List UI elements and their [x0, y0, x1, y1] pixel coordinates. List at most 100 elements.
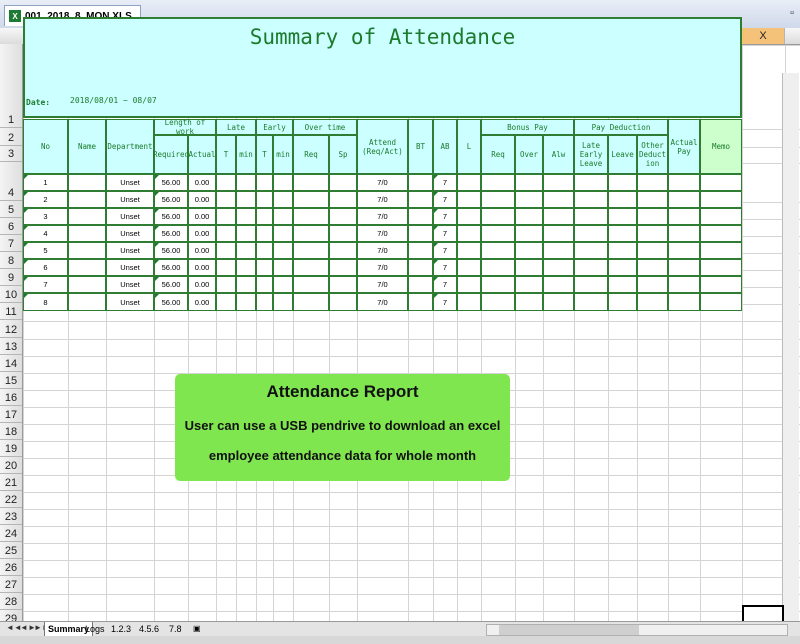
table-cell[interactable] [668, 225, 700, 242]
table-cell[interactable] [574, 259, 608, 276]
table-cell[interactable] [700, 225, 742, 242]
table-cell[interactable] [236, 293, 256, 311]
cell-attend[interactable]: 7/0 [357, 208, 408, 225]
table-cell[interactable] [574, 276, 608, 293]
sheet-tab-logs[interactable]: Logs [82, 622, 108, 636]
cell-actual[interactable]: 0.00 [188, 174, 216, 191]
table-cell[interactable] [457, 293, 481, 311]
table-cell[interactable] [637, 208, 668, 225]
table-cell[interactable] [543, 191, 574, 208]
table-cell[interactable] [273, 191, 293, 208]
table-cell[interactable] [329, 276, 357, 293]
table-cell[interactable] [329, 174, 357, 191]
table-cell[interactable] [637, 259, 668, 276]
row-header-10[interactable]: 10 [0, 286, 22, 303]
table-cell[interactable] [68, 225, 106, 242]
row-header-18[interactable]: 18 [0, 423, 22, 440]
table-cell[interactable] [216, 259, 236, 276]
cell-required[interactable]: 56.00 [154, 174, 188, 191]
table-cell[interactable] [608, 225, 637, 242]
table-cell[interactable] [293, 293, 329, 311]
table-cell[interactable] [543, 225, 574, 242]
table-cell[interactable] [668, 242, 700, 259]
table-cell[interactable] [408, 276, 433, 293]
table-cell[interactable] [637, 276, 668, 293]
row-header-13[interactable]: 13 [0, 338, 22, 355]
table-cell[interactable] [608, 293, 637, 311]
cell-no[interactable]: 1 [23, 174, 68, 191]
table-cell[interactable] [637, 242, 668, 259]
cell-no[interactable]: 4 [23, 225, 68, 242]
table-cell[interactable] [457, 208, 481, 225]
table-cell[interactable] [236, 208, 256, 225]
table-cell[interactable] [543, 276, 574, 293]
cell-required[interactable]: 56.00 [154, 259, 188, 276]
table-cell[interactable] [273, 174, 293, 191]
table-cell[interactable] [637, 293, 668, 311]
row-header-20[interactable]: 20 [0, 457, 22, 474]
table-cell[interactable] [543, 242, 574, 259]
horizontal-scrollbar[interactable] [486, 624, 788, 636]
table-cell[interactable] [700, 242, 742, 259]
table-cell[interactable] [216, 242, 236, 259]
sheet-tab-1-2-3[interactable]: 1.2.3 [108, 622, 134, 636]
row-header-19[interactable]: 19 [0, 440, 22, 457]
table-cell[interactable] [515, 259, 543, 276]
table-cell[interactable] [543, 174, 574, 191]
cell-ab[interactable]: 7 [433, 276, 457, 293]
table-cell[interactable] [481, 242, 515, 259]
table-cell[interactable] [668, 293, 700, 311]
cell-department[interactable]: Unset [106, 276, 154, 293]
table-cell[interactable] [515, 174, 543, 191]
table-cell[interactable] [68, 293, 106, 311]
table-cell[interactable] [216, 174, 236, 191]
cell-attend[interactable]: 7/0 [357, 293, 408, 311]
table-cell[interactable] [256, 276, 273, 293]
row-header-17[interactable]: 17 [0, 406, 22, 423]
row-header-7[interactable]: 7 [0, 235, 22, 252]
table-cell[interactable] [236, 174, 256, 191]
prev-sheet-icon[interactable]: ◄ [20, 623, 28, 632]
cell-ab[interactable]: 7 [433, 208, 457, 225]
table-cell[interactable] [574, 208, 608, 225]
table-cell[interactable] [68, 174, 106, 191]
cell-no[interactable]: 8 [23, 293, 68, 311]
row-header-22[interactable]: 22 [0, 491, 22, 508]
cell-department[interactable]: Unset [106, 293, 154, 311]
table-cell[interactable] [457, 276, 481, 293]
table-cell[interactable] [637, 191, 668, 208]
table-cell[interactable] [608, 208, 637, 225]
table-cell[interactable] [216, 208, 236, 225]
sheet-tab-7-8[interactable]: 7.8 [166, 622, 185, 636]
cell-ab[interactable]: 7 [433, 242, 457, 259]
row-header-2[interactable]: 2 [0, 128, 22, 146]
table-cell[interactable] [700, 208, 742, 225]
table-cell[interactable] [668, 276, 700, 293]
table-cell[interactable] [668, 191, 700, 208]
table-cell[interactable] [574, 225, 608, 242]
row-header-12[interactable]: 12 [0, 320, 22, 338]
table-cell[interactable] [256, 191, 273, 208]
table-cell[interactable] [515, 208, 543, 225]
table-cell[interactable] [408, 259, 433, 276]
table-cell[interactable] [608, 174, 637, 191]
row-header-11[interactable]: 11 [0, 303, 22, 320]
table-cell[interactable] [273, 276, 293, 293]
table-cell[interactable] [293, 174, 329, 191]
table-cell[interactable] [700, 191, 742, 208]
cell-attend[interactable]: 7/0 [357, 259, 408, 276]
table-cell[interactable] [608, 259, 637, 276]
cell-actual[interactable]: 0.00 [188, 208, 216, 225]
row-header-3[interactable]: 3 [0, 146, 22, 162]
table-cell[interactable] [329, 208, 357, 225]
cell-no[interactable]: 2 [23, 191, 68, 208]
table-cell[interactable] [293, 225, 329, 242]
table-cell[interactable] [481, 225, 515, 242]
table-cell[interactable] [329, 293, 357, 311]
horizontal-scroll-thumb[interactable] [499, 625, 639, 635]
table-cell[interactable] [273, 259, 293, 276]
table-cell[interactable] [574, 174, 608, 191]
table-cell[interactable] [700, 174, 742, 191]
row-header-24[interactable]: 24 [0, 525, 22, 542]
row-header-4[interactable]: 4 [0, 162, 22, 201]
